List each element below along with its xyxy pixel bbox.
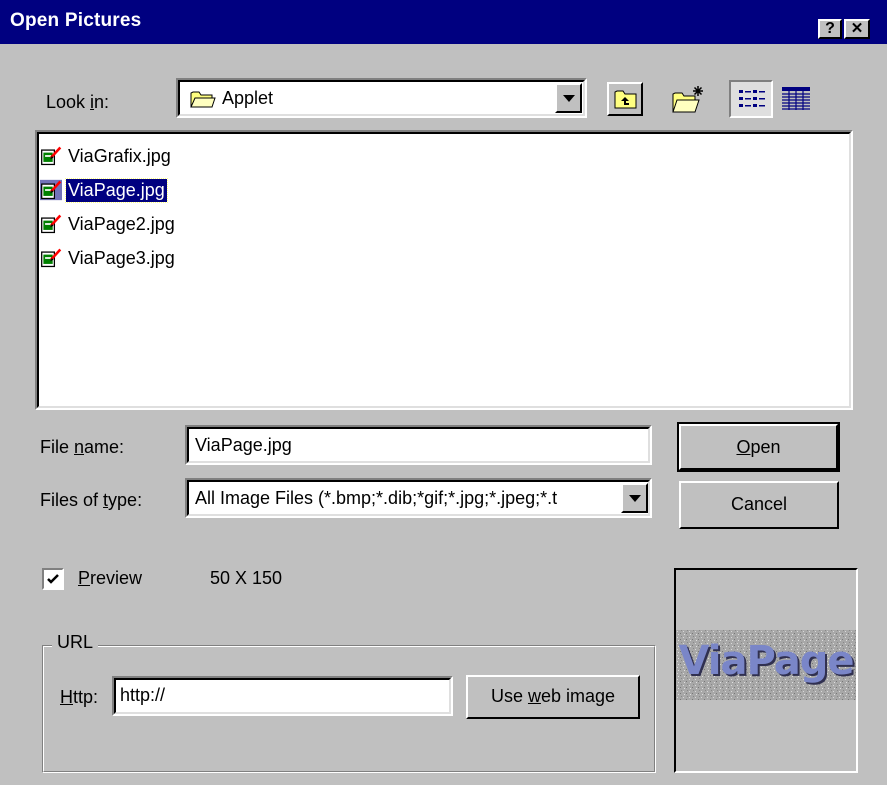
close-button[interactable]: ✕ — [844, 19, 870, 39]
file-list-item[interactable]: ViaPage3.jpg — [40, 242, 177, 274]
file-name: ViaPage2.jpg — [68, 213, 175, 234]
list-view-icon — [739, 90, 765, 107]
chevron-down-icon — [628, 495, 641, 502]
look-in-dropdown[interactable]: Applet — [176, 78, 587, 118]
up-one-level-icon — [614, 90, 637, 109]
file-list-item[interactable]: ViaGrafix.jpg — [40, 140, 173, 172]
file-type-dropdown[interactable]: All Image Files (*.bmp;*.dib;*gif;*.jpg;… — [185, 478, 652, 518]
file-name-value: ViaPage.jpg — [195, 435, 292, 455]
new-folder-icon — [672, 86, 703, 113]
look-in-value: Applet — [222, 88, 274, 108]
cancel-button-label: Cancel — [730, 494, 788, 514]
file-name: ViaPage.jpg — [65, 177, 168, 203]
preview-pane: ViaPage — [674, 568, 858, 773]
image-file-icon — [40, 179, 62, 201]
http-input[interactable]: http:// — [112, 676, 453, 716]
file-type-label: Files of type: — [40, 490, 143, 510]
file-name: ViaGrafix.jpg — [68, 145, 171, 166]
file-name: ViaPage3.jpg — [68, 247, 175, 268]
preview-dimensions: 50 X 150 — [210, 568, 283, 588]
look-in-dropdown-button[interactable] — [555, 83, 582, 113]
details-view-button[interactable] — [775, 80, 819, 118]
open-button-label: Open — [736, 437, 781, 457]
use-web-image-button[interactable]: Use web image — [466, 675, 640, 719]
new-folder-button[interactable] — [667, 82, 707, 116]
close-icon: ✕ — [850, 20, 864, 37]
file-list-item[interactable]: ViaPage.jpg — [40, 174, 168, 206]
cancel-button[interactable]: Cancel — [679, 481, 839, 529]
list-view-button[interactable] — [729, 80, 773, 118]
use-web-image-label: Use web image — [490, 686, 616, 706]
http-label: Http: — [60, 687, 99, 707]
chevron-down-icon — [562, 95, 575, 102]
details-view-icon — [782, 87, 810, 110]
file-type-value: All Image Files (*.bmp;*.dib;*gif;*.jpg;… — [195, 488, 558, 508]
preview-label[interactable]: Preview — [78, 568, 142, 589]
window-title: Open Pictures — [10, 10, 142, 31]
file-name-input[interactable]: ViaPage.jpg — [185, 425, 652, 465]
folder-icon — [190, 89, 216, 109]
look-in-label: Look in: — [46, 92, 110, 112]
file-type-dropdown-button[interactable] — [621, 483, 648, 513]
up-one-level-button[interactable] — [607, 82, 643, 116]
file-list-item[interactable]: ViaPage2.jpg — [40, 208, 177, 240]
preview-image: ViaPage — [676, 630, 856, 700]
url-group-label: URL — [52, 632, 99, 653]
image-file-icon — [41, 248, 62, 268]
file-name-label: File name: — [40, 437, 125, 457]
image-file-icon — [41, 214, 62, 234]
title-bar[interactable]: Open Pictures ? ✕ — [0, 0, 887, 44]
image-file-icon — [41, 146, 62, 166]
help-icon: ? — [825, 20, 835, 37]
preview-checkbox[interactable] — [42, 568, 64, 590]
preview-image-text: ViaPage — [678, 638, 855, 684]
http-value: http:// — [120, 685, 166, 705]
open-button[interactable]: Open — [677, 422, 840, 472]
checkmark-icon — [47, 574, 59, 584]
help-button[interactable]: ? — [818, 19, 842, 39]
